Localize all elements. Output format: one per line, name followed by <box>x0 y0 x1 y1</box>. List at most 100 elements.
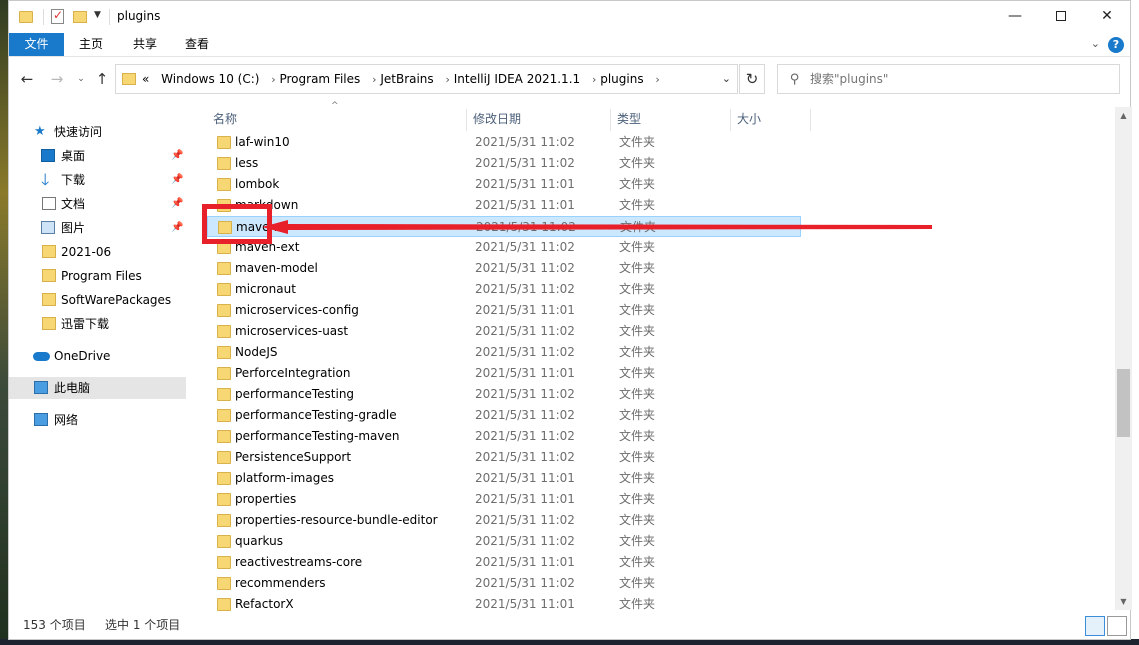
breadcrumb-overflow[interactable]: « <box>142 72 149 86</box>
table-row[interactable]: lombok 2021/5/31 11:01 文件夹 <box>207 174 997 195</box>
table-row[interactable]: micronaut 2021/5/31 11:02 文件夹 <box>207 279 997 300</box>
sidebar-item-this-pc[interactable]: 此电脑 <box>9 377 186 399</box>
sidebar-item-onedrive[interactable]: OneDrive <box>9 345 186 367</box>
breadcrumb-item[interactable]: JetBrains <box>380 72 433 86</box>
breadcrumb-item[interactable]: plugins <box>600 72 643 86</box>
tab-home[interactable]: 主页 <box>69 33 113 56</box>
forward-icon[interactable]: → <box>47 69 67 89</box>
table-row[interactable]: performanceTesting 2021/5/31 11:02 文件夹 <box>207 384 997 405</box>
vertical-scrollbar[interactable]: ▲ ▼ <box>1115 107 1132 610</box>
pin-icon[interactable]: 📌 <box>171 145 183 167</box>
sidebar-item-2021-06[interactable]: 2021-06 <box>9 241 186 263</box>
column-header-date[interactable]: 修改日期 <box>467 109 611 131</box>
customize-toolbar-icon[interactable]: ▼ <box>94 10 101 28</box>
search-box[interactable]: ⚲ <box>777 64 1120 94</box>
desktop-icon <box>41 149 55 162</box>
sidebar-item-network[interactable]: 网络 <box>9 409 186 431</box>
chevron-right-icon[interactable]: › <box>271 73 275 86</box>
folder-icon <box>217 178 231 191</box>
tab-file[interactable]: 文件 <box>9 33 64 56</box>
table-row[interactable]: performanceTesting-gradle 2021/5/31 11:02… <box>207 405 997 426</box>
pin-icon[interactable]: 📌 <box>171 193 183 215</box>
table-row[interactable]: microservices-config 2021/5/31 11:01 文件夹 <box>207 300 997 321</box>
column-header-type[interactable]: 类型 <box>611 109 731 131</box>
refresh-icon[interactable]: ↻ <box>739 64 765 94</box>
table-row[interactable]: reactivestreams-core 2021/5/31 11:01 文件夹 <box>207 552 997 573</box>
recent-locations-icon[interactable]: ⌄ <box>71 69 91 89</box>
file-date: 2021/5/31 11:02 <box>475 408 575 422</box>
table-row[interactable]: NodeJS 2021/5/31 11:02 文件夹 <box>207 342 997 363</box>
file-date: 2021/5/31 11:02 <box>475 387 575 401</box>
breadcrumb-item[interactable]: Windows 10 (C:) <box>161 72 259 86</box>
table-row[interactable]: properties 2021/5/31 11:01 文件夹 <box>207 489 997 510</box>
table-row[interactable]: performanceTesting-maven 2021/5/31 11:02 文… <box>207 426 997 447</box>
scroll-down-icon[interactable]: ▼ <box>1115 593 1132 610</box>
table-row[interactable]: less 2021/5/31 11:02 文件夹 <box>207 153 997 174</box>
column-header-size[interactable]: 大小 <box>731 109 811 131</box>
up-icon[interactable]: ↑ <box>92 69 112 89</box>
chevron-right-icon[interactable]: › <box>372 73 376 86</box>
table-row[interactable]: markdown 2021/5/31 11:01 文件夹 <box>207 195 997 216</box>
close-button[interactable]: ✕ <box>1084 1 1130 31</box>
file-name: NodeJS <box>235 345 278 359</box>
file-type: 文件夹 <box>619 597 656 611</box>
scroll-up-icon[interactable]: ▲ <box>1115 107 1132 124</box>
folder-icon <box>42 245 56 258</box>
table-row[interactable]: properties-resource-bundle-editor 2021/5/… <box>207 510 997 531</box>
sidebar-item-softwarepackages[interactable]: SoftWarePackages <box>9 289 186 311</box>
chevron-down-icon[interactable]: ⌄ <box>722 72 731 85</box>
breadcrumb-item[interactable]: Program Files <box>279 72 360 86</box>
file-type: 文件夹 <box>619 198 656 212</box>
file-date: 2021/5/31 11:02 <box>475 240 575 254</box>
table-row[interactable]: microservices-uast 2021/5/31 11:02 文件夹 <box>207 321 997 342</box>
sidebar-item-documents[interactable]: 文档 📌 <box>9 193 186 215</box>
tab-view[interactable]: 查看 <box>175 33 219 56</box>
scrollbar-thumb[interactable] <box>1117 369 1130 437</box>
sidebar-item-desktop[interactable]: 桌面 📌 <box>9 145 186 167</box>
table-row[interactable]: laf-win10 2021/5/31 11:02 文件夹 <box>207 132 997 153</box>
table-row[interactable]: PerforceIntegration 2021/5/31 11:01 文件夹 <box>207 363 997 384</box>
table-row[interactable]: quarkus 2021/5/31 11:02 文件夹 <box>207 531 997 552</box>
column-header-name[interactable]: 名称 <box>207 109 467 131</box>
table-row[interactable]: platform-images 2021/5/31 11:01 文件夹 <box>207 468 997 489</box>
pin-icon[interactable]: 📌 <box>171 217 183 239</box>
selection-count: 选中 1 个项目 <box>105 618 181 632</box>
file-date: 2021/5/31 11:01 <box>475 177 575 191</box>
sidebar-item-xunlei-downloads[interactable]: 迅雷下载 <box>9 313 186 335</box>
search-input[interactable] <box>810 65 1110 93</box>
file-explorer-window: ▼ plugins — ✕ 文件 主页 共享 查看 ⌄ ? ← → ⌄ ↑ « … <box>8 0 1132 640</box>
sidebar-item-program-files[interactable]: Program Files <box>9 265 186 287</box>
file-date: 2021/5/31 11:01 <box>475 597 575 611</box>
table-row[interactable]: PersistenceSupport 2021/5/31 11:02 文件夹 <box>207 447 997 468</box>
pin-icon[interactable]: 📌 <box>171 169 183 191</box>
details-view-icon[interactable] <box>1085 616 1105 636</box>
file-name: maven-model <box>235 261 318 275</box>
minimize-button[interactable]: — <box>992 1 1038 31</box>
sidebar-item-pictures[interactable]: 图片 📌 <box>9 217 186 239</box>
file-type: 文件夹 <box>619 450 656 464</box>
new-folder-icon[interactable] <box>73 11 87 23</box>
annotation-arrow <box>262 220 932 234</box>
back-icon[interactable]: ← <box>17 69 37 89</box>
chevron-right-icon[interactable]: › <box>446 73 450 86</box>
maximize-button[interactable] <box>1038 1 1084 31</box>
chevron-right-icon[interactable]: › <box>655 73 659 86</box>
help-icon[interactable]: ? <box>1108 37 1124 53</box>
chevron-right-icon[interactable]: › <box>592 73 596 86</box>
address-bar[interactable]: « Windows 10 (C:) › Program Files › JetB… <box>115 64 738 94</box>
file-type: 文件夹 <box>619 471 656 485</box>
expand-ribbon-icon[interactable]: ⌄ <box>1091 37 1100 50</box>
table-row[interactable]: maven-model 2021/5/31 11:02 文件夹 <box>207 258 997 279</box>
table-row[interactable]: recommenders 2021/5/31 11:02 文件夹 <box>207 573 997 594</box>
file-date: 2021/5/31 11:02 <box>475 324 575 338</box>
folder-icon <box>217 577 231 590</box>
sidebar-item-downloads[interactable]: 🡓 下载 📌 <box>9 169 186 191</box>
properties-icon[interactable] <box>51 8 64 24</box>
divider <box>109 9 110 25</box>
large-icons-view-icon[interactable] <box>1107 616 1127 636</box>
table-row[interactable]: maven-ext 2021/5/31 11:02 文件夹 <box>207 237 997 258</box>
table-row[interactable]: RefactorX 2021/5/31 11:01 文件夹 <box>207 594 997 611</box>
breadcrumb-item[interactable]: IntelliJ IDEA 2021.1.1 <box>454 72 580 86</box>
tab-share[interactable]: 共享 <box>123 33 167 56</box>
sidebar-item-quick-access[interactable]: ★ 快速访问 <box>9 121 186 143</box>
